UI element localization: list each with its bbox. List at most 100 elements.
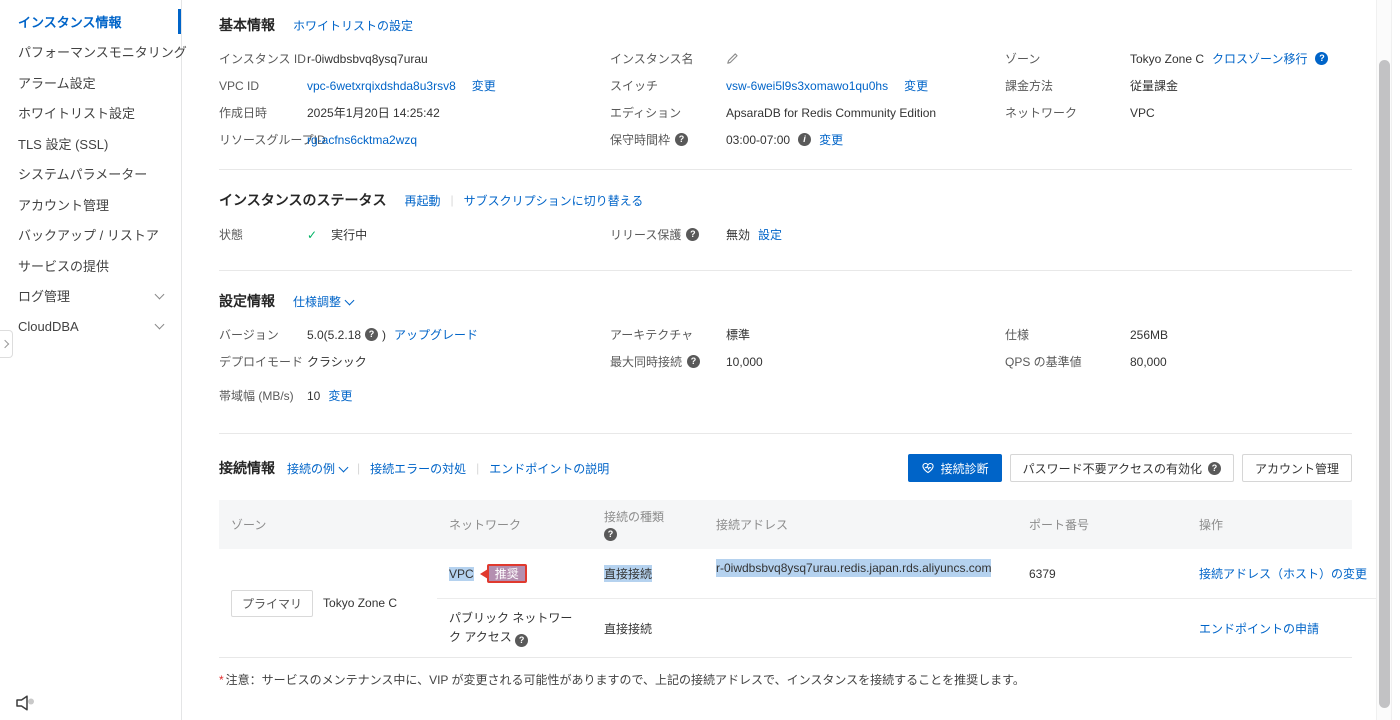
- network-cell-vpc: VPC 推奨: [437, 549, 592, 599]
- instance-name-label: インスタンス名: [610, 52, 694, 66]
- sidebar-collapse-handle[interactable]: [0, 330, 13, 358]
- state-label: 状態: [219, 228, 244, 242]
- sidebar-item-whitelist-settings[interactable]: ホワイトリスト設定: [0, 98, 181, 129]
- section-basic-info: 基本情報 ホワイトリストの設定 インスタンス ID r-0iwdbsbvq8ys…: [219, 0, 1352, 170]
- announcement-speaker-icon[interactable]: [12, 692, 38, 714]
- deploy-mode-label: デプロイモード: [219, 355, 304, 369]
- chevron-down-icon: [154, 289, 165, 300]
- column-header-actions: 操作: [1199, 518, 1224, 532]
- created-date-label: 作成日時: [219, 106, 268, 120]
- spec-adjust-link[interactable]: 仕様調整: [293, 293, 355, 310]
- passwordless-access-button[interactable]: パスワード不要アクセスの有効化 ?: [1009, 454, 1234, 482]
- sidebar-item-system-parameters[interactable]: システムパラメーター: [0, 159, 181, 190]
- column-header-port: ポート番号: [1029, 518, 1090, 532]
- sidebar-item-label: サービスの提供: [18, 258, 110, 274]
- account-management-button[interactable]: アカウント管理: [1241, 454, 1352, 482]
- scrollbar-thumb[interactable]: [1379, 60, 1390, 708]
- help-icon[interactable]: ?: [687, 355, 701, 368]
- sidebar-item-log-management[interactable]: ログ管理: [0, 281, 181, 312]
- cross-zone-migration-link[interactable]: クロスゾーン移行: [1212, 50, 1307, 67]
- vertical-scrollbar[interactable]: [1376, 0, 1392, 720]
- help-icon[interactable]: ?: [365, 328, 379, 341]
- basic-info-title: 基本情報: [219, 17, 275, 33]
- upgrade-link[interactable]: アップグレード: [394, 326, 478, 343]
- help-icon[interactable]: ?: [686, 228, 700, 241]
- zone-cell: プライマリ Tokyo Zone C: [219, 549, 437, 657]
- port-cell: 6379: [1017, 549, 1187, 599]
- section-connection-info: 接続情報 接続の例 | 接続エラーの対処 | エンドポイントの説明 接続診断 パ…: [219, 434, 1380, 688]
- section-config-info: 設定情報 仕様調整 バージョン 5.0(5.2.18 ? ) アップグレード ア…: [219, 271, 1352, 434]
- connection-address-cell: [704, 599, 1017, 657]
- vpc-change-link[interactable]: 変更: [472, 77, 496, 94]
- help-icon[interactable]: ?: [1315, 52, 1329, 65]
- help-icon[interactable]: ?: [515, 634, 529, 648]
- info-icon[interactable]: i: [798, 133, 812, 146]
- connection-error-link[interactable]: 接続エラーの対処: [370, 460, 466, 477]
- sidebar-item-performance-monitoring[interactable]: パフォーマンスモニタリング: [0, 37, 187, 68]
- sidebar-item-alarm-settings[interactable]: アラーム設定: [0, 67, 181, 98]
- sidebar-item-label: TLS 設定 (SSL): [18, 136, 109, 152]
- vswitch-change-link[interactable]: 変更: [904, 77, 928, 94]
- sidebar-item-service-offering[interactable]: サービスの提供: [0, 250, 181, 281]
- column-header-connection-type: 接続の種類 ?: [604, 510, 665, 541]
- help-icon[interactable]: ?: [675, 133, 689, 146]
- resource-group-link[interactable]: rg-acfns6cktma2wzq: [307, 133, 417, 147]
- chevron-down-icon: [338, 462, 349, 472]
- bandwidth-change-link[interactable]: 変更: [328, 387, 352, 404]
- sidebar-item-label: ログ管理: [18, 289, 71, 305]
- sidebar-item-label: CloudDBA: [18, 318, 79, 334]
- vswitch-link[interactable]: vsw-6wei5l9s3xomawo1qu0hs: [726, 79, 888, 93]
- help-icon[interactable]: ?: [604, 528, 617, 541]
- version-value: 5.0(5.2.18: [307, 327, 362, 342]
- connection-diagnosis-button[interactable]: 接続診断: [907, 454, 1002, 482]
- max-connections-value: 10,000: [726, 354, 763, 369]
- vpc-id-link[interactable]: vpc-6wetxrqixdshda8u3rsv8: [307, 79, 456, 93]
- edition-value: ApsaraDB for Redis Community Edition: [726, 105, 937, 120]
- bandwidth-value: 10: [307, 388, 321, 403]
- whitelist-settings-link[interactable]: ホワイトリストの設定: [293, 17, 413, 34]
- divider: |: [357, 461, 361, 475]
- section-instance-status: インスタンスのステータス 再起動 | サブスクリプションに切り替える 状態 ✓ …: [219, 170, 1352, 271]
- sidebar-item-clouddba[interactable]: CloudDBA: [0, 311, 181, 342]
- sidebar-item-instance-info[interactable]: インスタンス情報: [0, 6, 181, 37]
- billing-method-value: 従量課金: [1130, 79, 1179, 93]
- sidebar-item-tls-settings[interactable]: TLS 設定 (SSL): [0, 128, 181, 159]
- architecture-label: アーキテクチャ: [610, 328, 694, 342]
- connection-type-value: 直接接続: [604, 621, 653, 636]
- created-date-value: 2025年1月20日 14:25:42: [307, 106, 440, 120]
- port-value: 6379: [1029, 566, 1056, 581]
- sidebar-item-label: システムパラメーター: [18, 167, 148, 183]
- public-network-value: パブリック ネットワーク アクセス: [449, 611, 573, 645]
- edition-label: エディション: [610, 106, 682, 120]
- maintenance-note: * 注意：サービスのメンテナンス中に、VIP が変更される可能性がありますので、上…: [219, 671, 1352, 688]
- change-host-address-link[interactable]: 接続アドレス（ホスト）の変更: [1199, 565, 1367, 582]
- sidebar-item-backup-restore[interactable]: バックアップ / リストア: [0, 220, 181, 251]
- instance-status-title: インスタンスのステータス: [219, 192, 387, 208]
- maintenance-change-link[interactable]: 変更: [819, 131, 843, 148]
- release-protection-settings-link[interactable]: 設定: [758, 226, 782, 243]
- zone-label: ゾーン: [1005, 52, 1041, 66]
- connection-type-value: 直接接続: [604, 565, 653, 582]
- network-type-value: VPC: [1130, 105, 1155, 120]
- billing-method-label: 課金方法: [1005, 79, 1054, 93]
- check-icon: ✓: [307, 227, 318, 242]
- connection-address-cell: r-0iwdbsbvq8ysq7urau.redis.japan.rds.ali…: [704, 549, 1017, 599]
- sidebar-item-account-management[interactable]: アカウント管理: [0, 189, 181, 220]
- endpoint-description-link[interactable]: エンドポイントの説明: [489, 460, 609, 477]
- switch-subscription-link[interactable]: サブスクリプションに切り替える: [464, 192, 644, 209]
- connection-type-cell: 直接接続: [592, 549, 704, 599]
- action-cell: 接続アドレス（ホスト）の変更: [1187, 549, 1380, 599]
- divider: |: [476, 461, 480, 475]
- restart-link[interactable]: 再起動: [404, 192, 440, 209]
- main-content: 基本情報 ホワイトリストの設定 インスタンス ID r-0iwdbsbvq8ys…: [183, 0, 1380, 720]
- heart-pulse-icon: [922, 462, 934, 474]
- apply-endpoint-link[interactable]: エンドポイントの申請: [1199, 620, 1319, 637]
- connection-example-link[interactable]: 接続の例: [287, 460, 349, 477]
- architecture-value: 標準: [726, 328, 751, 342]
- network-type-label: ネットワーク: [1005, 106, 1078, 120]
- edit-pencil-icon[interactable]: [726, 52, 739, 65]
- table-header-row: ゾーン ネットワーク 接続の種類 ? 接続アドレス ポート番号 操作: [219, 500, 1352, 549]
- resource-group-label: リソースグループID: [219, 133, 326, 147]
- instance-id-label: インスタンス ID: [219, 52, 306, 66]
- zone-value: Tokyo Zone C: [323, 596, 398, 611]
